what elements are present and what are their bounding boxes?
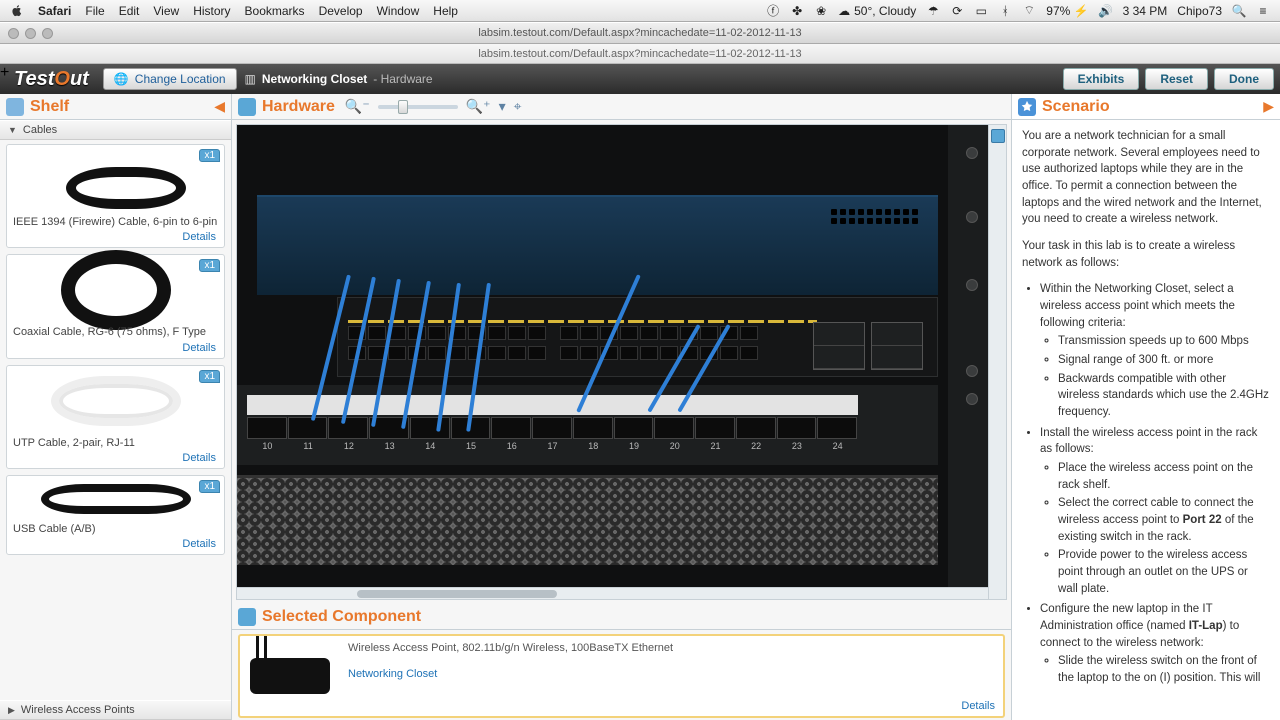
zoom-slider[interactable] bbox=[378, 105, 458, 109]
menu-help[interactable]: Help bbox=[433, 4, 458, 18]
details-link[interactable]: Details bbox=[11, 229, 220, 245]
item-name: USB Cable (A/B) bbox=[11, 518, 220, 536]
wap-image bbox=[250, 658, 330, 694]
weather-text: 50°, Cloudy bbox=[854, 4, 916, 18]
user-name[interactable]: Chipo73 bbox=[1177, 4, 1222, 18]
collapse-shelf-icon[interactable]: ◀ bbox=[214, 98, 225, 115]
menu-edit[interactable]: Edit bbox=[119, 4, 140, 18]
bluetooth-icon[interactable]: ᚼ bbox=[998, 4, 1012, 18]
shelf-item-utp[interactable]: x1 UTP Cable, 2-pair, RJ-11 Details bbox=[6, 365, 225, 469]
view-sidebar bbox=[988, 125, 1006, 599]
umbrella-icon[interactable]: ☂ bbox=[926, 4, 940, 18]
shelf-items: x1 IEEE 1394 (Firewire) Cable, 6-pin to … bbox=[0, 140, 231, 700]
coax-cable-image bbox=[61, 250, 171, 330]
menu-window[interactable]: Window bbox=[377, 4, 420, 18]
shelf-icon bbox=[6, 98, 24, 116]
hardware-title: Hardware bbox=[262, 98, 335, 116]
sfp-slots[interactable] bbox=[813, 322, 923, 370]
hardware-viewport[interactable]: 101112131415161718192021222324 bbox=[236, 124, 1007, 600]
mac-menubar: Safari File Edit View History Bookmarks … bbox=[0, 0, 1280, 22]
hardware-panel: Hardware 🔍⁻ 🔍⁺ ▾ ⌖ bbox=[232, 94, 1012, 720]
selected-location-link[interactable]: Networking Closet bbox=[348, 668, 945, 680]
qty-badge: x1 bbox=[199, 370, 220, 383]
shelf-header: Shelf ◀ bbox=[0, 94, 231, 120]
patch-numbers: 101112131415161718192021222324 bbox=[247, 441, 858, 455]
clock[interactable]: 3 34 PM bbox=[1123, 4, 1168, 18]
scenario-title: Scenario bbox=[1042, 98, 1110, 116]
add-tab-icon[interactable]: + bbox=[0, 64, 9, 81]
menu-file[interactable]: File bbox=[85, 4, 104, 18]
switch-ports-bottom[interactable] bbox=[348, 346, 758, 360]
shelf-item-usb[interactable]: x1 USB Cable (A/B) Details bbox=[6, 475, 225, 555]
hardware-header: Hardware 🔍⁻ 🔍⁺ ▾ ⌖ bbox=[232, 94, 1011, 120]
selected-title: Selected Component bbox=[262, 608, 421, 626]
wifi-icon[interactable]: ⌔ bbox=[1022, 4, 1036, 18]
battery-status[interactable]: 97% ⚡ bbox=[1046, 4, 1088, 18]
display-icon[interactable]: ▭ bbox=[974, 4, 988, 18]
selected-name: Wireless Access Point, 802.11b/g/n Wirel… bbox=[348, 642, 945, 654]
patch-panel[interactable]: 101112131415161718192021222324 bbox=[237, 385, 938, 465]
section-wap[interactable]: ▶Wireless Access Points bbox=[0, 700, 231, 720]
shelf-panel: Shelf ◀ ▼Cables x1 IEEE 1394 (Firewire) … bbox=[0, 94, 232, 720]
zoom-out-icon[interactable]: 🔍⁻ bbox=[345, 98, 370, 115]
paw-icon[interactable]: ✤ bbox=[790, 4, 804, 18]
selected-card[interactable]: Wireless Access Point, 802.11b/g/n Wirel… bbox=[238, 634, 1005, 718]
details-link[interactable]: Details bbox=[11, 536, 220, 552]
url-bar[interactable]: labsim.testout.com/Default.aspx?mincache… bbox=[0, 44, 1280, 64]
notifications-icon[interactable]: ≡ bbox=[1256, 4, 1270, 18]
scenario-text[interactable]: You are a network technician for a small… bbox=[1012, 120, 1280, 720]
scenario-panel: Scenario ▶ You are a network technician … bbox=[1012, 94, 1280, 720]
hardware-icon bbox=[238, 98, 256, 116]
qty-badge: x1 bbox=[199, 480, 220, 493]
patch-ports[interactable] bbox=[247, 417, 858, 439]
menu-bookmarks[interactable]: Bookmarks bbox=[245, 4, 305, 18]
menu-history[interactable]: History bbox=[193, 4, 230, 18]
item-name: UTP Cable, 2-pair, RJ-11 bbox=[11, 432, 220, 450]
shelf-title: Shelf bbox=[30, 98, 69, 116]
rack-canvas[interactable]: 101112131415161718192021222324 bbox=[237, 125, 988, 587]
scenario-header: Scenario ▶ bbox=[1012, 94, 1280, 120]
router-device[interactable] bbox=[257, 195, 938, 295]
menu-develop[interactable]: Develop bbox=[319, 4, 363, 18]
app-name[interactable]: Safari bbox=[38, 4, 71, 18]
section-cables[interactable]: ▼Cables bbox=[0, 120, 231, 140]
rack-rail bbox=[948, 125, 988, 587]
firewire-cable-image bbox=[46, 157, 186, 203]
switch-device[interactable] bbox=[337, 297, 938, 377]
selected-icon bbox=[238, 608, 256, 626]
selected-details-link[interactable]: Details bbox=[953, 696, 1003, 716]
window-title: labsim.testout.com/Default.aspx?mincache… bbox=[0, 27, 1280, 39]
apple-logo-icon bbox=[10, 4, 24, 18]
item-name: IEEE 1394 (Firewire) Cable, 6-pin to 6-p… bbox=[11, 211, 220, 229]
utp-cable-image bbox=[51, 376, 181, 426]
spotlight-icon[interactable]: 🔍 bbox=[1232, 4, 1246, 18]
weather-widget[interactable]: ☁ 50°, Cloudy bbox=[838, 4, 916, 18]
horizontal-scrollbar[interactable] bbox=[237, 587, 988, 599]
zoom-dropdown-icon[interactable]: ▾ bbox=[499, 98, 506, 115]
leaf-icon[interactable]: ❀ bbox=[814, 4, 828, 18]
details-link[interactable]: Details bbox=[11, 340, 220, 356]
usb-cable-image bbox=[41, 484, 191, 514]
window-titlebar: labsim.testout.com/Default.aspx?mincache… bbox=[0, 22, 1280, 44]
zoom-in-icon[interactable]: 🔍⁺ bbox=[466, 98, 491, 115]
overview-icon[interactable] bbox=[991, 129, 1005, 143]
star-icon bbox=[1018, 98, 1036, 116]
volume-icon[interactable]: 🔊 bbox=[1099, 4, 1113, 18]
details-link[interactable]: Details bbox=[11, 450, 220, 466]
selected-component-panel: Selected Component Wireless Access Point… bbox=[232, 604, 1011, 720]
selected-header: Selected Component bbox=[232, 604, 1011, 630]
menu-view[interactable]: View bbox=[153, 4, 179, 18]
qty-badge: x1 bbox=[199, 149, 220, 162]
sync-icon[interactable]: ⟳ bbox=[950, 4, 964, 18]
browser-window: labsim.testout.com/Default.aspx?mincache… bbox=[0, 22, 1280, 720]
recenter-icon[interactable]: ⌖ bbox=[514, 98, 522, 115]
rack-shelf[interactable] bbox=[237, 475, 938, 565]
shelf-item-coax[interactable]: x1 Coaxial Cable, RG-6 (75 ohms), F Type… bbox=[6, 254, 225, 358]
qty-badge: x1 bbox=[199, 259, 220, 272]
expand-scenario-icon[interactable]: ▶ bbox=[1263, 98, 1274, 115]
shelf-item-firewire[interactable]: x1 IEEE 1394 (Firewire) Cable, 6-pin to … bbox=[6, 144, 225, 248]
facebook-icon[interactable]: ⓕ bbox=[766, 4, 780, 18]
